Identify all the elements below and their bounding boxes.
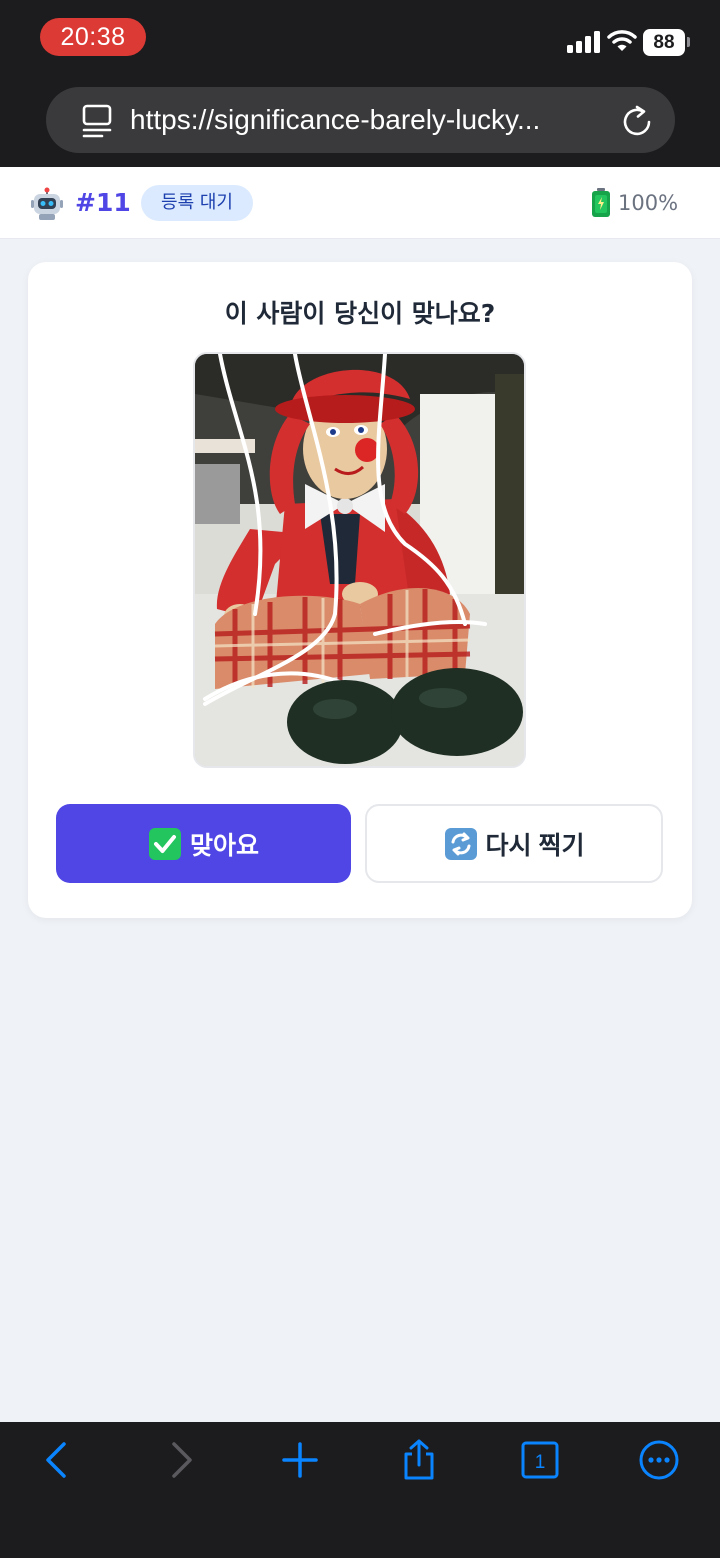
tabs-square-icon: 1 — [521, 1441, 559, 1479]
tab-count: 1 — [535, 1452, 546, 1473]
wifi-icon — [607, 30, 637, 51]
confirmation-card: 이 사람이 당신이 맞나요? 맞아요 다시 찍기 — [28, 262, 692, 918]
battery-tip — [687, 37, 690, 47]
new-tab-icon[interactable] — [278, 1438, 322, 1482]
confirm-label: 맞아요 — [189, 831, 259, 860]
status-badge: 등록 대기 — [141, 185, 253, 221]
status-bar: 20:38 88 — [0, 0, 720, 80]
retake-button[interactable]: 다시 찍기 — [365, 804, 663, 883]
battery-level: 100% — [618, 191, 679, 215]
cellular-signal-icon — [567, 31, 600, 53]
confirm-button[interactable]: 맞아요 — [56, 804, 351, 883]
battery-icon — [592, 188, 610, 217]
reload-icon[interactable] — [621, 105, 653, 137]
url-text[interactable]: https://significance-barely-lucky... — [130, 87, 600, 153]
battery-level-indicator: 88 — [643, 29, 685, 56]
robot-icon — [31, 187, 63, 220]
check-mark-icon — [148, 827, 181, 860]
more-icon[interactable] — [637, 1438, 681, 1482]
page-menu-icon[interactable] — [82, 103, 112, 139]
browser-toolbar: 1 — [0, 1422, 720, 1558]
url-field[interactable]: https://significance-barely-lucky... — [46, 87, 675, 153]
captured-photo — [193, 352, 526, 768]
tabs-icon[interactable]: 1 — [518, 1438, 562, 1482]
forward-icon[interactable] — [158, 1438, 202, 1482]
status-time: 20:38 — [40, 18, 146, 56]
browser-address-area: https://significance-barely-lucky... — [0, 80, 720, 167]
card-question: 이 사람이 당신이 맞나요? — [224, 299, 496, 328]
repeat-arrows-icon — [444, 827, 477, 860]
share-icon[interactable] — [397, 1438, 441, 1482]
app-header: #11 등록 대기 100% — [0, 167, 720, 239]
clown-doll-photo — [195, 354, 524, 766]
back-icon[interactable] — [36, 1438, 80, 1482]
agent-number: #11 — [75, 188, 131, 217]
retake-label: 다시 찍기 — [485, 831, 585, 860]
